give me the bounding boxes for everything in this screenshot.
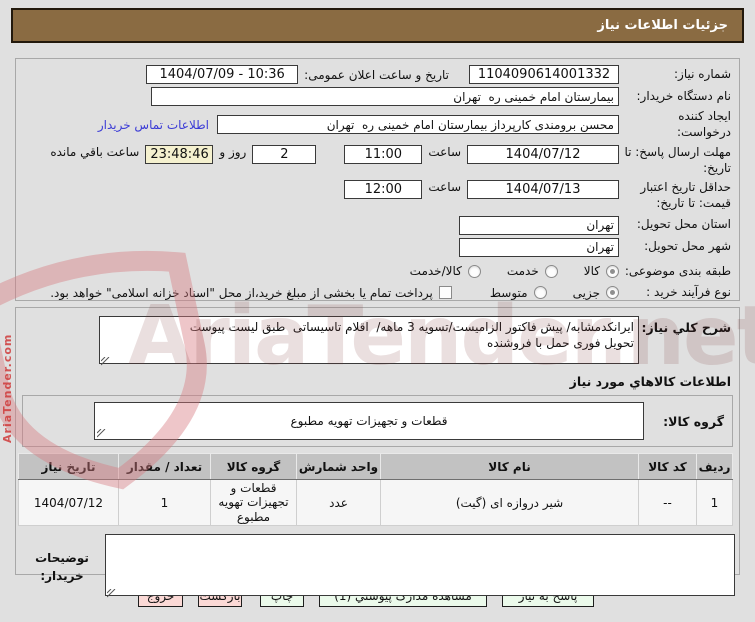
purchase-type-medium-label: متوسط (489, 285, 528, 300)
goods-table: ردیف کد کالا نام کالا واحد شمارش گروه کا… (18, 453, 733, 527)
col-quantity: تعداد / مقدار (118, 453, 211, 480)
category-label: طبقه بندی موضوعی: (624, 263, 731, 278)
need-description-label: شرح کلي نياز: (641, 320, 731, 335)
announce-datetime-label: تاریخ و ساعت اعلان عمومی: (304, 67, 449, 82)
goods-info-panel: شرح کلي نياز: ایرانکدمشابه/ پیش فاکتور ا… (15, 307, 740, 598)
need-number-input[interactable] (469, 65, 619, 84)
need-description-wrap: ایرانکدمشابه/ پیش فاکتور الزامیست/تسویه … (99, 316, 639, 367)
col-row-number: ردیف (696, 453, 733, 480)
cell-item-code: -- (638, 478, 697, 527)
reply-deadline-date-input[interactable] (467, 145, 619, 165)
category-goods-label: کالا (583, 264, 600, 279)
requester-row: ایجاد کننده درخواست: اطلاعات تماس خریدار (24, 109, 731, 140)
resize-grip-icon (97, 429, 106, 438)
countdown-input[interactable] (145, 145, 214, 165)
buyer-notes-wrap (105, 534, 735, 599)
province-row: استان محل تحویل: (24, 215, 731, 235)
days-left-input[interactable] (252, 145, 317, 165)
page-title: جزئیات اطلاعات نیاز (597, 18, 728, 33)
city-row: شهر محل تحویل: (24, 237, 731, 257)
price-validity-hour-label: ساعت (428, 180, 461, 195)
cell-unit: عدد (296, 478, 381, 527)
province-input[interactable] (459, 215, 619, 235)
category-service-label: خدمت (506, 264, 539, 279)
reply-deadline-label: مهلت ارسال پاسخ: تا تاریخ: (624, 145, 731, 175)
col-unit: واحد شمارش (296, 453, 381, 480)
cell-item-name: شیر دروازه ای (گیت) (380, 478, 639, 527)
buyer-org-label: نام دستگاه خریدار: (636, 88, 732, 103)
category-goods-radio[interactable] (606, 264, 619, 278)
general-info-panel: شماره نیاز: تاریخ و ساعت اعلان عمومی: نا… (15, 58, 740, 301)
treasury-checkbox[interactable] (438, 286, 452, 300)
cell-row-number: 1 (696, 478, 733, 527)
need-number-row: شماره نیاز: تاریخ و ساعت اعلان عمومی: (24, 65, 731, 84)
col-item-name: نام کالا (380, 453, 639, 480)
category-goods-service-label: کالا/خدمت (409, 264, 462, 279)
col-item-code: کد کالا (638, 453, 697, 480)
buyer-org-input[interactable] (151, 87, 619, 106)
requester-input[interactable] (217, 115, 619, 135)
purchase-type-row: نوع فرآیند خرید : جزیی متوسط پرداخت تمام… (24, 285, 731, 301)
goods-group-label: گروه کالا: (663, 413, 724, 429)
goods-section-title: اطلاعات کالاهاي مورد نياز (569, 374, 731, 389)
buyer-notes-label: توضیحات خریدار: (35, 550, 89, 583)
requester-label: ایجاد کننده درخواست: (677, 109, 731, 139)
reply-deadline-row: مهلت ارسال پاسخ: تا تاریخ: ساعت روز و سا… (24, 145, 731, 176)
buyer-contact-link[interactable]: اطلاعات تماس خریدار (98, 118, 209, 132)
announce-datetime-input[interactable] (146, 65, 299, 84)
need-number-label: شماره نیاز: (674, 66, 731, 81)
category-row: طبقه بندی موضوعی: کالا خدمت کالا/خدمت (24, 264, 731, 280)
col-group: گروه کالا (210, 453, 297, 480)
reply-deadline-time-input[interactable] (344, 145, 423, 165)
need-description-row: شرح کلي نياز: ایرانکدمشابه/ پیش فاکتور ا… (20, 316, 731, 367)
purchase-type-medium-radio[interactable] (533, 286, 547, 300)
cell-need-date: 1404/07/12 (18, 478, 119, 527)
price-validity-date-input[interactable] (467, 180, 619, 200)
goods-group-value: قطعات و تجهیزات تهویه مطبوع (290, 414, 448, 428)
cell-group: قطعات و تجهیزات تهویه مطبوع (210, 478, 297, 527)
category-goods-service-radio[interactable] (467, 264, 481, 278)
purchase-type-minor-label: جزیی (572, 285, 600, 300)
watermark-side-text: AriaTender.com (1, 333, 14, 443)
category-service-radio[interactable] (544, 264, 558, 278)
price-validity-time-input[interactable] (344, 180, 423, 200)
goods-table-header-row: ردیف کد کالا نام کالا واحد شمارش گروه کا… (18, 453, 733, 480)
buyer-org-row: نام دستگاه خریدار: (24, 87, 731, 106)
purchase-type-minor-radio[interactable] (606, 286, 619, 300)
price-validity-row: حداقل تاریخ اعتبار قیمت: تا تاریخ: ساعت (24, 180, 731, 211)
time-remaining-label: ساعت باقي مانده (50, 145, 140, 160)
city-input[interactable] (459, 237, 619, 257)
purchase-type-label: نوع فرآیند خرید : (646, 285, 731, 300)
table-row: 1 -- شیر دروازه ای (گیت) عدد قطعات و تجه… (18, 478, 733, 527)
treasury-checkbox-label: پرداخت تمام یا بخشی از مبلغ خرید،از محل … (50, 285, 433, 300)
page-title-bar: جزئیات اطلاعات نیاز (11, 8, 744, 43)
need-description-textarea[interactable]: ایرانکدمشابه/ پیش فاکتور الزامیست/تسویه … (99, 316, 639, 364)
price-validity-label: حداقل تاریخ اعتبار قیمت: تا تاریخ: (640, 180, 731, 210)
goods-group-box: گروه کالا: قطعات و تجهیزات تهویه مطبوع (22, 395, 733, 447)
col-need-date: تاریخ نیاز (18, 453, 119, 480)
reply-deadline-hour-label: ساعت (428, 145, 461, 160)
province-label: استان محل تحویل: (636, 217, 731, 232)
city-label: شهر محل تحویل: (644, 239, 731, 254)
buyer-notes-row: توضیحات خریدار: (20, 534, 735, 599)
days-left-label: روز و (219, 145, 247, 160)
cell-quantity: 1 (118, 478, 211, 527)
buyer-notes-textarea[interactable] (105, 534, 735, 597)
goods-group-field[interactable]: قطعات و تجهیزات تهویه مطبوع (94, 402, 644, 440)
